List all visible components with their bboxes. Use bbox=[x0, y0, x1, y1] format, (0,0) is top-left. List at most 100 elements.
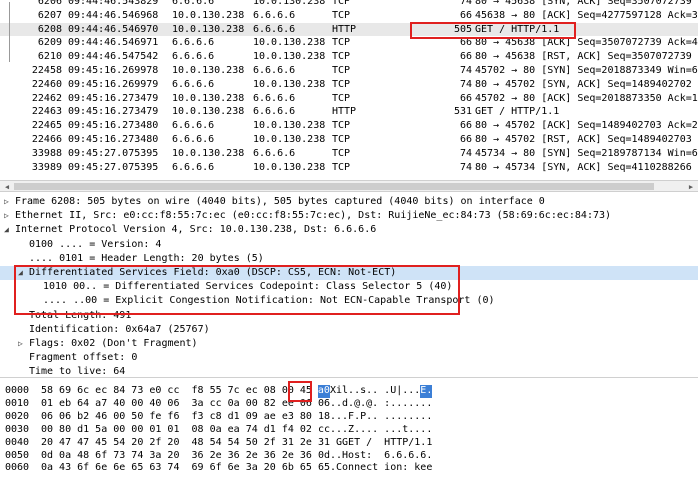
detail-row[interactable]: Fragment offset: 0 bbox=[0, 351, 698, 365]
hex-ascii: ...Z.... ...t.... bbox=[330, 423, 433, 435]
detail-row[interactable]: ▷ Flags: 0x02 (Don't Fragment) bbox=[0, 337, 698, 351]
packet-length: 66 bbox=[459, 51, 472, 63]
expand-arrow-icon[interactable]: ▷ bbox=[4, 195, 9, 209]
hex-offset: 0040 bbox=[5, 436, 30, 448]
packet-protocol: TCP bbox=[332, 65, 351, 76]
detail-row[interactable]: ▷ Frame 6208: 505 bytes on wire (4040 bit… bbox=[0, 195, 698, 209]
packet-time: 09:44:46.546971 bbox=[68, 37, 159, 49]
packet-time: 09:45:27.075395 bbox=[68, 161, 159, 173]
packet-time: 09:44:46.546968 bbox=[68, 9, 159, 21]
packet-info: 80 → 45702 [SYN, ACK] Seq=1489402702 Ack… bbox=[475, 78, 698, 90]
packet-number: 6208 bbox=[37, 23, 62, 35]
packet-time: 09:45:16.269979 bbox=[68, 78, 159, 90]
packet-row[interactable]: 6210 09:44:46.547542 6.6.6.6 10.0.130.238 TC… bbox=[0, 50, 698, 64]
detail-text: Internet Protocol Version 4, Src: 10.0.1… bbox=[15, 224, 377, 236]
detail-text: .... 0101 = Header Length: 20 bytes (5) bbox=[29, 252, 264, 264]
packet-row[interactable]: 22463 09:45:16.273479 10.0.130.238 6.6.6.6 H… bbox=[0, 105, 698, 119]
packet-destination: 6.6.6.6 bbox=[253, 9, 296, 21]
detail-text: 0100 .... = Version: 4 bbox=[29, 238, 162, 250]
packet-time: 09:45:16.273479 bbox=[68, 106, 159, 118]
packet-info: 45638 → 80 [ACK] Seq=4277597128 Ack=3507… bbox=[475, 9, 698, 21]
detail-row[interactable]: 0100 .... = Version: 4 bbox=[0, 238, 698, 252]
hex-bytes: 00 80 d1 5a 00 00 01 01 08 0a ea 74 d1 f… bbox=[41, 423, 330, 435]
detail-text: Ethernet II, Src: e0:cc:f8:55:7c:ec (e0:… bbox=[15, 210, 612, 222]
packet-row[interactable]: 22466 09:45:16.273480 6.6.6.6 10.0.130.238 T… bbox=[0, 133, 698, 147]
hex-bytes: 58 69 6c ec 84 73 e0 cc f8 55 7c ec 08 0… bbox=[41, 385, 312, 396]
packet-time: 09:45:16.273479 bbox=[68, 92, 159, 104]
packet-info: 80 → 45638 [RST, ACK] Seq=3507072739 Ack… bbox=[475, 51, 698, 63]
expand-arrow-icon[interactable]: ▷ bbox=[4, 209, 9, 223]
packet-protocol: TCP bbox=[332, 92, 351, 104]
packet-length: 66 bbox=[459, 9, 472, 21]
detail-text: Time to live: 64 bbox=[29, 366, 126, 378]
detail-row[interactable]: Identification: 0x64a7 (25767) bbox=[0, 323, 698, 337]
hex-row[interactable]: 0060 0a 43 6f 6e 6e 65 63 74 69 6f 6e 3a … bbox=[0, 462, 698, 475]
packet-info: GET / HTTP/1.1 bbox=[475, 106, 560, 118]
packet-list[interactable]: 6206 09:44:46.543829 6.6.6.6 10.0.130.238 TC… bbox=[0, 0, 698, 180]
packet-time: 09:44:46.543829 bbox=[68, 0, 159, 7]
hex-row[interactable]: 0010 01 eb 64 a7 40 00 40 06 3a cc 0a 00 … bbox=[0, 398, 698, 411]
packet-row[interactable]: 22458 09:45:16.269978 10.0.130.238 6.6.6.6 T… bbox=[0, 64, 698, 78]
packet-info: 45702 → 80 [ACK] Seq=2018873350 Ack=1489… bbox=[475, 92, 698, 104]
collapse-arrow-icon[interactable]: ◢ bbox=[4, 223, 9, 237]
packet-number: 33989 bbox=[31, 161, 62, 173]
packet-row[interactable]: 33988 09:45:27.075395 10.0.130.238 6.6.6.6 T… bbox=[0, 147, 698, 161]
detail-row[interactable]: ◢ Internet Protocol Version 4, Src: 10.0.… bbox=[0, 223, 698, 237]
packet-length: 66 bbox=[459, 120, 472, 132]
packet-protocol: TCP bbox=[332, 37, 351, 49]
hex-row[interactable]: 0030 00 80 d1 5a 00 00 01 01 08 0a ea 74 … bbox=[0, 424, 698, 437]
hex-ascii: ...F.P.. ........ bbox=[330, 410, 433, 422]
hex-selected-byte[interactable]: a0 bbox=[317, 385, 330, 398]
packet-destination: 6.6.6.6 bbox=[253, 147, 296, 159]
annotation-box-info bbox=[410, 22, 576, 39]
packet-bytes[interactable]: 0000 58 69 6c ec 84 73 e0 cc f8 55 7c ec … bbox=[0, 381, 698, 486]
packet-time: 09:45:16.269978 bbox=[68, 65, 159, 76]
detail-text: Fragment offset: 0 bbox=[29, 352, 138, 364]
packet-info: 80 → 45638 [SYN, ACK] Seq=3507072739 Ack… bbox=[475, 0, 698, 7]
packet-source: 10.0.130.238 bbox=[172, 23, 245, 35]
packet-number: 22460 bbox=[31, 78, 62, 90]
packet-row[interactable]: 6208 09:44:46.546970 10.0.130.238 6.6.6.6 HT… bbox=[0, 22, 698, 37]
detail-row[interactable]: ▷ Ethernet II, Src: e0:cc:f8:55:7c:ec (e0… bbox=[0, 209, 698, 223]
packet-length: 74 bbox=[459, 0, 472, 7]
packet-protocol: TCP bbox=[332, 9, 351, 21]
packet-destination: 10.0.130.238 bbox=[253, 37, 326, 49]
packet-source: 6.6.6.6 bbox=[172, 161, 215, 173]
hex-row[interactable]: 0040 20 47 47 45 54 20 2f 20 48 54 54 50 … bbox=[0, 437, 698, 450]
packet-length: 66 bbox=[459, 92, 472, 104]
hex-ascii: Xil..s.. .U|... bbox=[330, 385, 421, 396]
packet-number: 33988 bbox=[31, 147, 62, 159]
packet-protocol: TCP bbox=[332, 0, 351, 7]
packet-row[interactable]: 33989 09:45:27.075395 6.6.6.6 10.0.130.238 T… bbox=[0, 161, 698, 175]
hex-ascii: ..d.@.@. :....... bbox=[330, 397, 433, 409]
scroll-right-icon[interactable]: ▶ bbox=[685, 182, 697, 192]
hex-row[interactable]: 0020 06 06 b2 46 00 50 fe f6 f3 c8 d1 09 … bbox=[0, 411, 698, 424]
packet-length: 74 bbox=[459, 147, 472, 159]
hex-bytes: 06 06 b2 46 00 50 fe f6 f3 c8 d1 09 ae e… bbox=[41, 410, 330, 422]
hex-row[interactable]: 0050 0d 0a 48 6f 73 74 3a 20 36 2e 36 2e … bbox=[0, 450, 698, 463]
packet-row[interactable]: 22462 09:45:16.273479 10.0.130.238 6.6.6.6 T… bbox=[0, 92, 698, 106]
packet-row[interactable]: 22460 09:45:16.269979 6.6.6.6 10.0.130.238 T… bbox=[0, 78, 698, 92]
hex-ascii-selected[interactable]: E. bbox=[420, 385, 433, 398]
hex-bytes: 0d 0a 48 6f 73 74 3a 20 36 2e 36 2e 36 2… bbox=[41, 449, 330, 461]
packet-length: 74 bbox=[459, 78, 472, 90]
scroll-thumb[interactable] bbox=[14, 183, 654, 190]
hex-offset: 0050 bbox=[5, 449, 30, 461]
packet-number: 22458 bbox=[31, 65, 62, 76]
packet-row[interactable]: 6209 09:44:46.546971 6.6.6.6 10.0.130.238 TC… bbox=[0, 36, 698, 50]
packet-length: 66 bbox=[459, 134, 472, 145]
packet-time: 09:45:27.075395 bbox=[68, 147, 159, 159]
expand-arrow-icon[interactable]: ▷ bbox=[18, 337, 23, 351]
detail-text: Frame 6208: 505 bytes on wire (4040 bits… bbox=[15, 196, 545, 207]
hex-row[interactable]: 0000 58 69 6c ec 84 73 e0 cc f8 55 7c ec … bbox=[0, 385, 698, 398]
packet-destination: 6.6.6.6 bbox=[253, 106, 296, 118]
packet-row[interactable]: 6206 09:44:46.543829 6.6.6.6 10.0.130.238 TC… bbox=[0, 0, 698, 9]
detail-row[interactable]: .... 0101 = Header Length: 20 bytes (5) bbox=[0, 252, 698, 266]
scroll-left-icon[interactable]: ◀ bbox=[1, 182, 13, 192]
packet-list-horizontal-scrollbar[interactable]: ◀ ▶ bbox=[0, 180, 698, 192]
detail-row[interactable]: Time to live: 64 bbox=[0, 365, 698, 378]
packet-destination: 6.6.6.6 bbox=[253, 92, 296, 104]
packet-row[interactable]: 6207 09:44:46.546968 10.0.130.238 6.6.6.6 TC… bbox=[0, 9, 698, 23]
packet-info: 80 → 45734 [SYN, ACK] Seq=4110288266 Ack… bbox=[475, 161, 698, 173]
packet-row[interactable]: 22465 09:45:16.273480 6.6.6.6 10.0.130.238 T… bbox=[0, 119, 698, 133]
